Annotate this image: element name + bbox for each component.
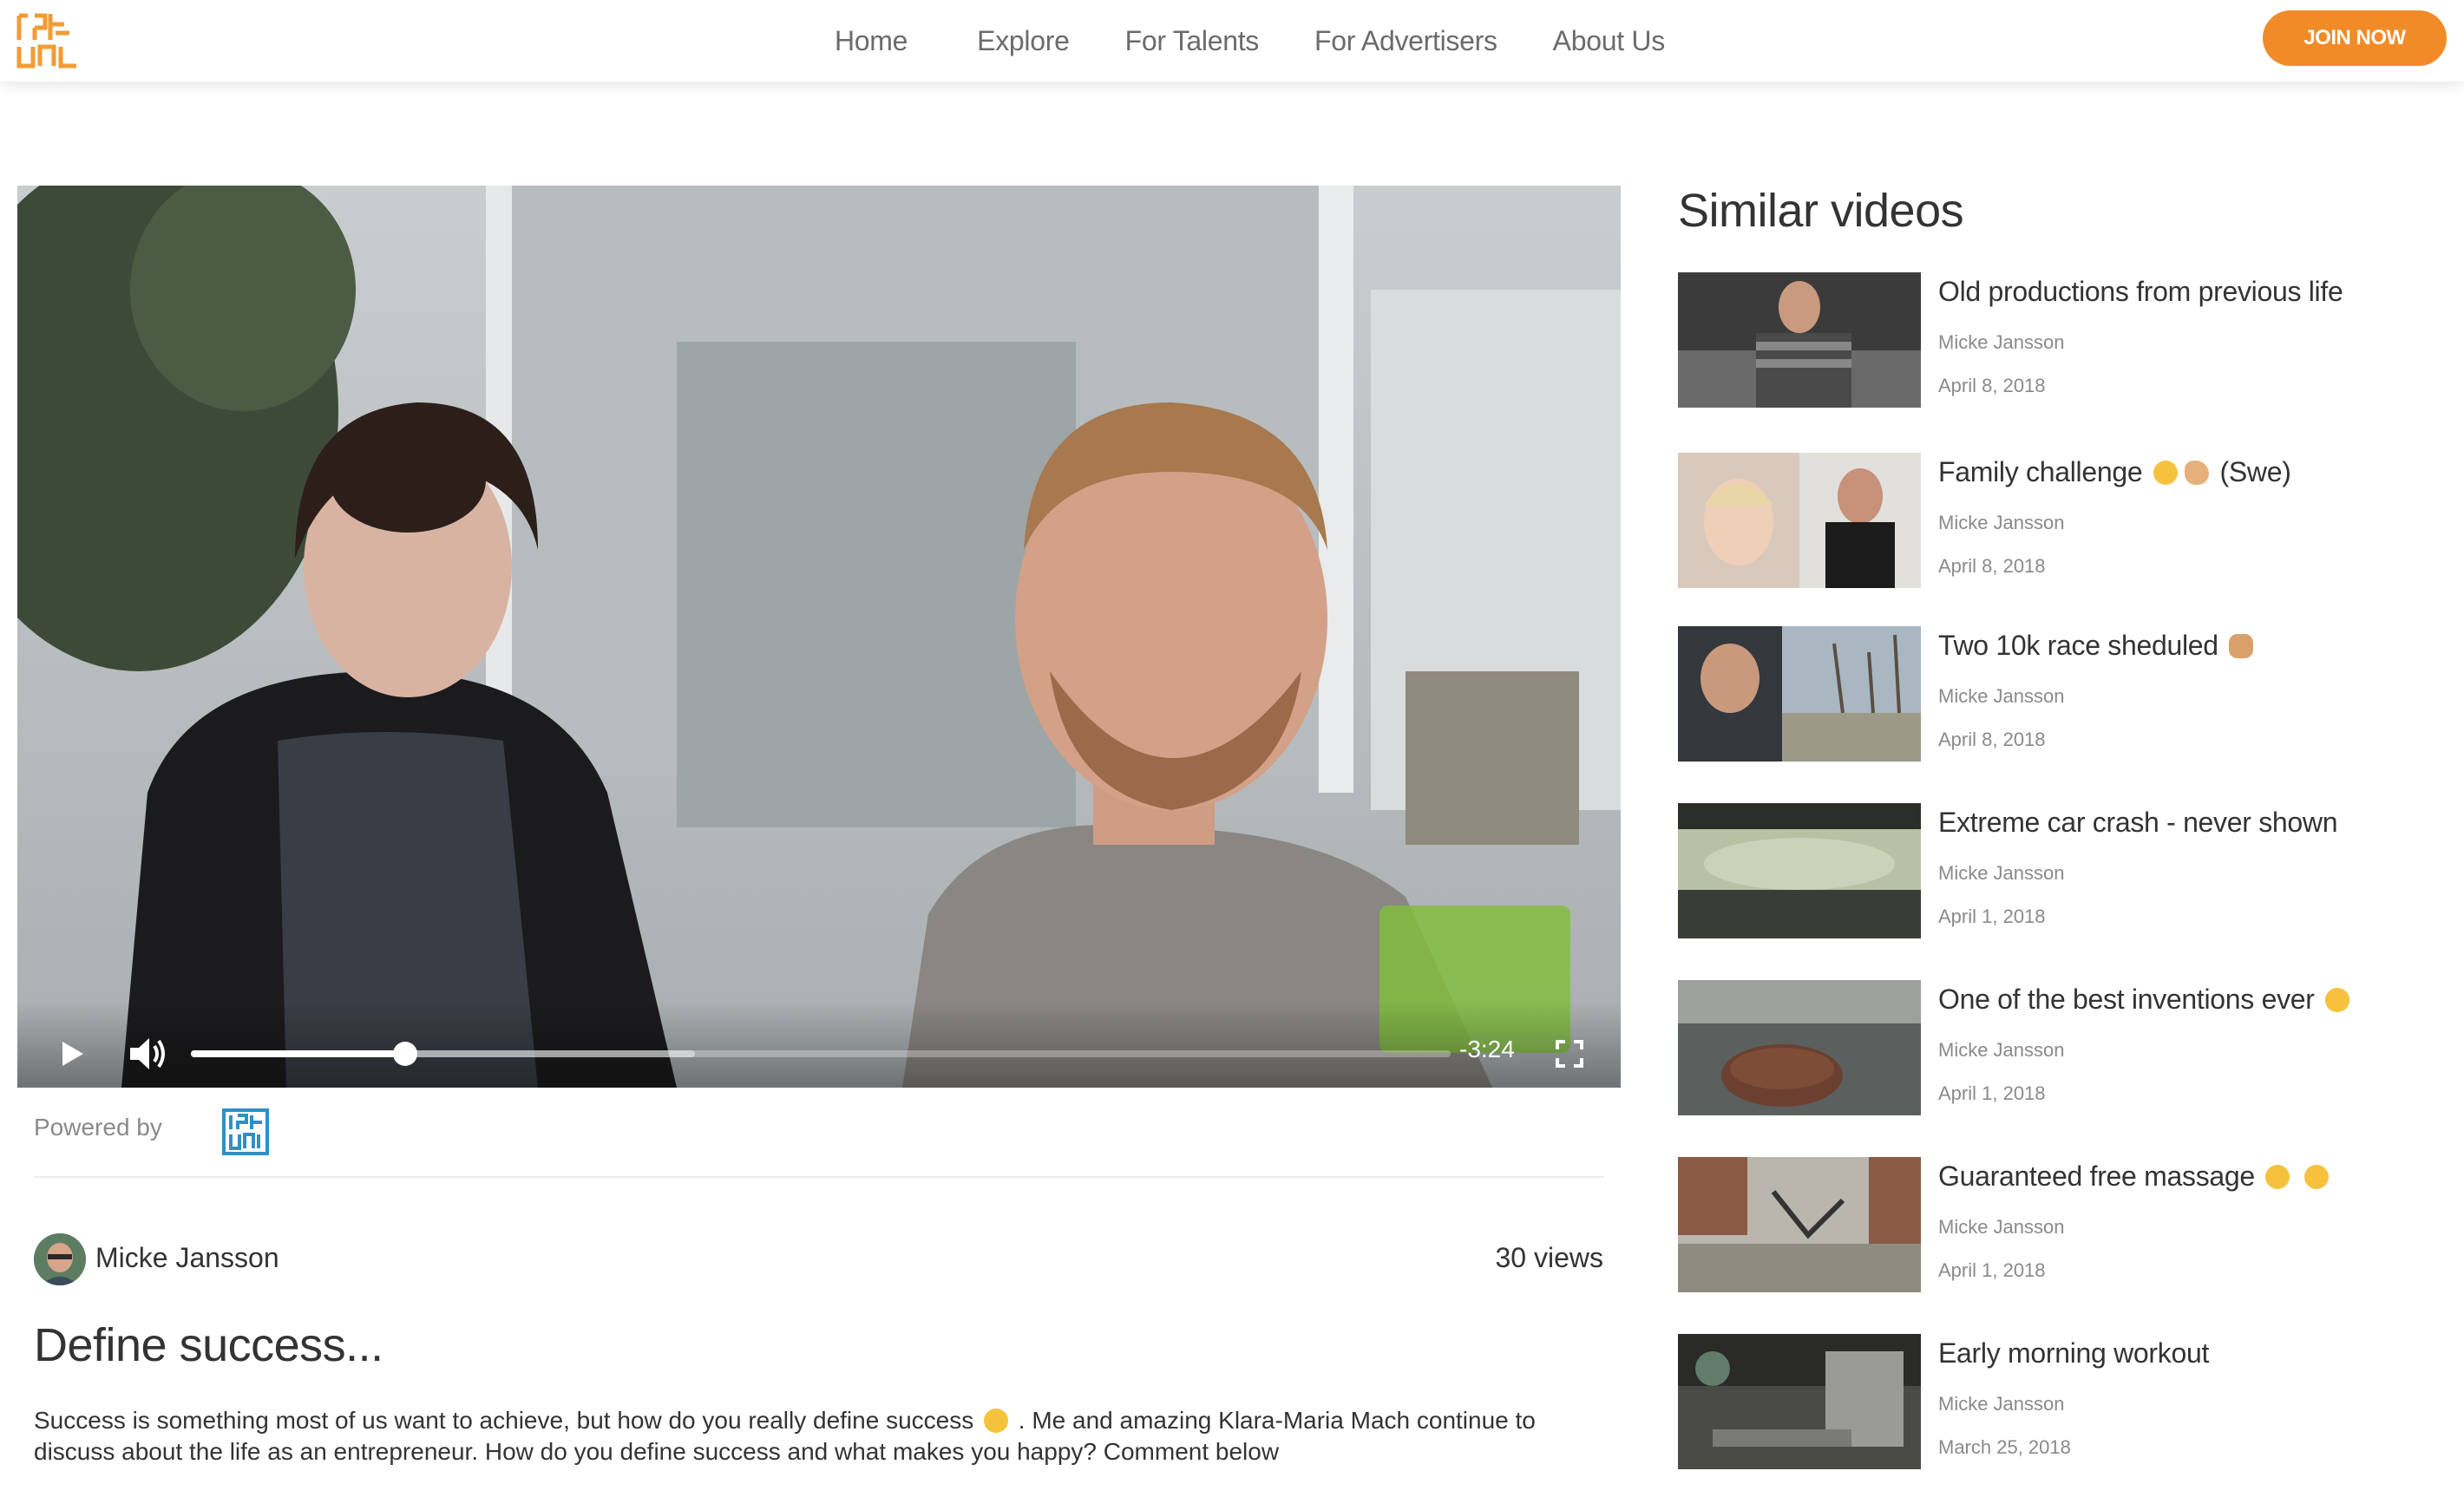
similar-video-title[interactable]: Family challenge (Swe) [1938, 456, 2291, 488]
video-thumbnail[interactable] [1678, 980, 1921, 1115]
similar-video-item[interactable]: Old productions from previous life Micke… [1678, 272, 2441, 411]
top-header: Home Explore For Talents For Advertisers… [0, 0, 2464, 82]
similar-video-item[interactable]: Two 10k race sheduled Micke Jansson Apri… [1678, 626, 2441, 765]
author-name[interactable]: Micke Jansson [95, 1242, 279, 1274]
fist-bump-emoji-icon [2229, 634, 2254, 658]
volume-icon[interactable] [128, 1036, 168, 1072]
similar-video-title-text: One of the best inventions ever [1938, 984, 2315, 1015]
similar-videos-heading: Similar videos [1678, 185, 1964, 237]
similar-video-item[interactable]: One of the best inventions ever Micke Ja… [1678, 980, 2441, 1119]
similar-video-author: Micke Jansson [1938, 1216, 2065, 1238]
description-text-1: Success is something most of us want to … [34, 1407, 974, 1434]
thinking-emoji-icon [984, 1409, 1009, 1433]
similar-video-item[interactable]: Guaranteed free massage Micke Jansson Ap… [1678, 1157, 2441, 1296]
similar-video-author: Micke Jansson [1938, 685, 2065, 707]
similar-video-title-text: Family challenge [1938, 456, 2143, 487]
video-frame [17, 186, 1621, 1088]
brand-logo-icon[interactable] [16, 10, 80, 71]
similar-video-author: Micke Jansson [1938, 1393, 2065, 1415]
similar-video-item[interactable]: Extreme car crash - never shown Micke Ja… [1678, 803, 2441, 942]
similar-video-date: April 1, 2018 [1938, 905, 2046, 927]
similar-video-date: April 8, 2018 [1938, 375, 2046, 396]
nav-explore[interactable]: Explore [977, 25, 1070, 57]
laughing-emoji-icon [2304, 1165, 2330, 1189]
video-title: Define success... [34, 1319, 383, 1371]
nav-for-advertisers[interactable]: For Advertisers [1314, 25, 1497, 57]
scrubber-handle[interactable] [392, 1042, 417, 1066]
main-nav: Home Explore For Talents For Advertisers… [807, 0, 1665, 82]
heart-eyes-emoji-icon [2325, 988, 2350, 1012]
similar-video-date: April 1, 2018 [1938, 1259, 2046, 1281]
powered-by-label: Powered by [34, 1114, 162, 1141]
fullscreen-icon[interactable] [1555, 1039, 1584, 1069]
join-now-button[interactable]: JOIN NOW [2263, 10, 2447, 66]
brand-logo-blue-icon[interactable] [222, 1108, 269, 1155]
flexed-biceps-emoji-icon [2184, 461, 2209, 485]
similar-video-title[interactable]: Old productions from previous life [1938, 276, 2343, 308]
nav-about-us[interactable]: About Us [1553, 25, 1666, 57]
similar-video-title[interactable]: Early morning workout [1938, 1337, 2209, 1370]
play-icon[interactable] [57, 1039, 87, 1069]
view-count: 30 views [1495, 1242, 1604, 1273]
similar-video-date: April 8, 2018 [1938, 555, 2046, 577]
laughing-emoji-icon [2265, 1165, 2290, 1189]
similar-video-title-suffix: (Swe) [2219, 456, 2291, 487]
similar-video-title[interactable]: Guaranteed free massage [1938, 1160, 2332, 1193]
played-bar [191, 1050, 405, 1057]
similar-video-title-text: Guaranteed free massage [1938, 1160, 2255, 1192]
similar-video-item[interactable]: Family challenge (Swe) Micke Jansson Apr… [1678, 453, 2441, 592]
similar-video-date: April 1, 2018 [1938, 1082, 2046, 1104]
divider [34, 1176, 1604, 1178]
progress-track[interactable] [191, 1042, 1451, 1066]
similar-video-author: Micke Jansson [1938, 862, 2065, 884]
similar-video-item[interactable]: Early morning workout Micke Jansson Marc… [1678, 1334, 2441, 1473]
video-thumbnail[interactable] [1678, 1334, 1921, 1469]
video-thumbnail[interactable] [1678, 1157, 1921, 1292]
nav-home[interactable]: Home [835, 25, 908, 57]
similar-video-title-text: Two 10k race sheduled [1938, 630, 2218, 661]
video-thumbnail[interactable] [1678, 803, 1921, 938]
video-thumbnail[interactable] [1678, 272, 1921, 408]
avatar[interactable] [34, 1233, 86, 1285]
similar-video-author: Micke Jansson [1938, 512, 2065, 533]
video-player[interactable]: -3:24 [17, 186, 1621, 1088]
similar-video-title[interactable]: One of the best inventions ever [1938, 984, 2353, 1016]
time-remaining: -3:24 [1459, 1036, 1515, 1062]
similar-video-date: April 8, 2018 [1938, 729, 2046, 750]
nav-for-talents[interactable]: For Talents [1125, 25, 1260, 57]
similar-video-title[interactable]: Two 10k race sheduled [1938, 630, 2257, 662]
similar-video-author: Micke Jansson [1938, 1039, 2065, 1061]
similar-video-date: March 25, 2018 [1938, 1436, 2071, 1458]
video-thumbnail[interactable] [1678, 453, 1921, 588]
similar-video-title[interactable]: Extreme car crash - never shown [1938, 807, 2338, 839]
player-controls: -3:24 [17, 1001, 1621, 1088]
similar-video-author: Micke Jansson [1938, 331, 2065, 353]
laughing-emoji-icon [2153, 461, 2178, 485]
video-thumbnail[interactable] [1678, 626, 1921, 762]
video-description: Success is something most of us want to … [34, 1405, 1622, 1468]
